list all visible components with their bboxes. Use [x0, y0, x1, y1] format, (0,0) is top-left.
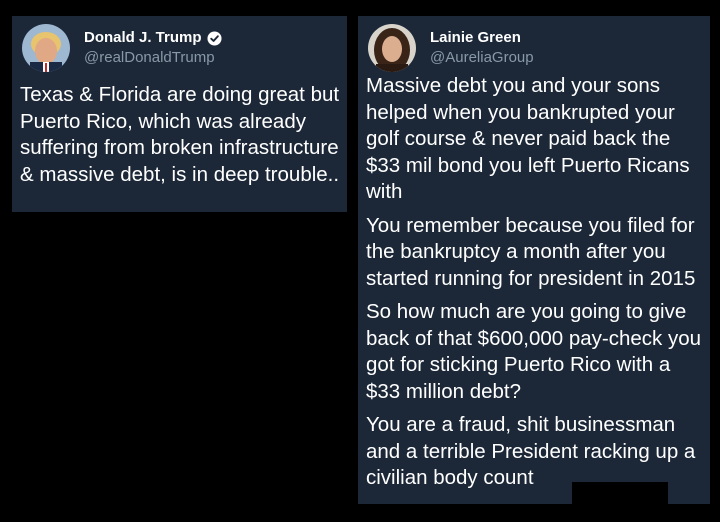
display-name[interactable]: Donald J. Trump: [84, 28, 202, 48]
verified-check-icon: [206, 30, 222, 46]
author-info: Donald J. Trump @realDonaldTrump: [84, 28, 222, 68]
tweet-paragraph: You remember because you filed for the b…: [366, 213, 696, 290]
author-info: Lainie Green @AureliaGroup: [430, 28, 534, 68]
tweet-header: Lainie Green @AureliaGroup: [368, 22, 534, 74]
tweet-text: Texas & Florida are doing great but Puer…: [20, 83, 340, 186]
tweet-header: Donald J. Trump @realDonaldTrump: [22, 22, 222, 74]
tweet-paragraph: So how much are you going to give back o…: [366, 300, 702, 403]
avatar-trump[interactable]: [22, 24, 70, 72]
redaction-block: [572, 482, 668, 508]
tweet-card-trump: Donald J. Trump @realDonaldTrump Texas &…: [12, 16, 347, 212]
avatar-lainie[interactable]: [368, 24, 416, 72]
tweet-paragraph: You are a fraud, shit businessman and a …: [366, 413, 696, 489]
display-name[interactable]: Lainie Green: [430, 28, 521, 48]
tweet-card-lainie: Lainie Green @AureliaGroup Massive debt …: [358, 16, 710, 504]
tweet-paragraph: Massive debt you and your sons helped wh…: [366, 74, 690, 203]
handle[interactable]: @realDonaldTrump: [84, 48, 222, 68]
handle[interactable]: @AureliaGroup: [430, 48, 534, 68]
tweet-text: Massive debt you and your sons helped wh…: [366, 73, 710, 492]
